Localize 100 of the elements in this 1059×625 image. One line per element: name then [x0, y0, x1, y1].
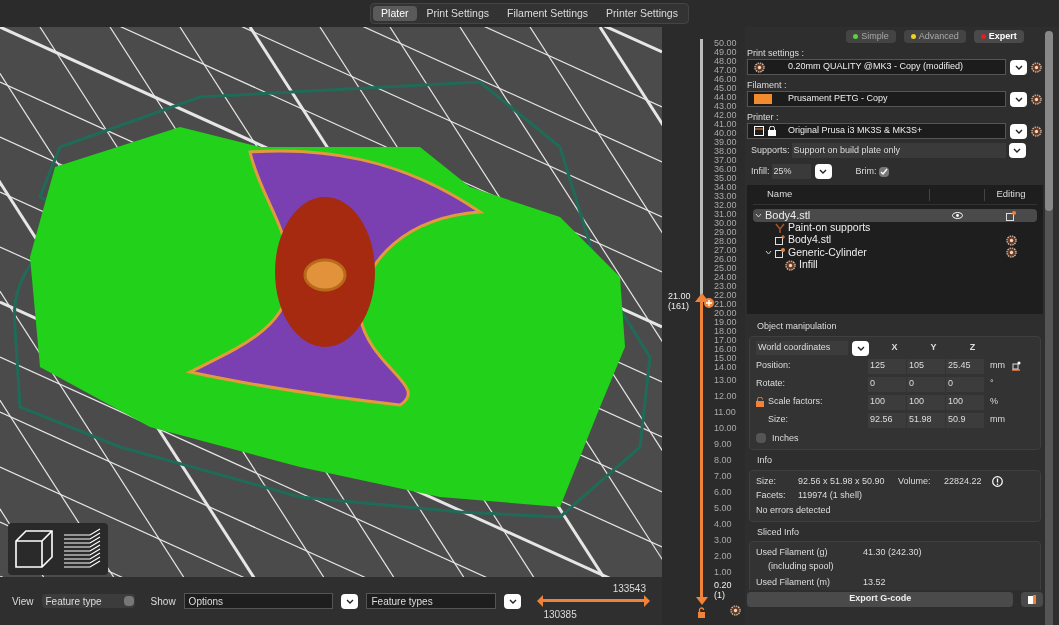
- mode-button[interactable]: Expert: [973, 30, 1024, 43]
- lock-icon[interactable]: [756, 397, 764, 407]
- send-button[interactable]: [1021, 591, 1043, 607]
- preset-label: Filament :: [747, 79, 788, 91]
- object-list-row[interactable]: Infill: [753, 259, 1037, 272]
- edit-object-icon[interactable]: [1005, 209, 1017, 221]
- value-field[interactable]: 100: [946, 394, 984, 410]
- object-list-row[interactable]: Paint-on supports: [753, 221, 1037, 234]
- section-title: Object manipulation: [756, 320, 838, 333]
- object-list-row[interactable]: Generic-Cylinder: [753, 246, 1037, 259]
- view-label: View: [12, 594, 34, 609]
- settings-icon[interactable]: [1031, 125, 1042, 137]
- value-field[interactable]: 51.98: [907, 412, 945, 428]
- export-gcode-button[interactable]: Export G-code: [747, 591, 1014, 607]
- layer-height-label: 17.00: [714, 336, 737, 345]
- info-message: No errors detected: [756, 503, 832, 517]
- axis-label: Z: [968, 341, 977, 355]
- moves-upper-handle[interactable]: [644, 595, 650, 607]
- brim-checkbox[interactable]: [878, 166, 889, 177]
- value-field[interactable]: 100: [907, 394, 945, 410]
- eye-icon[interactable]: [951, 211, 963, 219]
- infill-field[interactable]: 25%: [771, 164, 811, 179]
- settings-icon[interactable]: [1005, 247, 1017, 259]
- layer-height-label: 14.00: [714, 363, 737, 372]
- cube-icon[interactable]: [12, 527, 56, 571]
- preset-select[interactable]: Prusament PETG - Copy: [747, 91, 1006, 107]
- mode-button[interactable]: Simple: [846, 30, 896, 43]
- section-title: Sliced Info: [756, 525, 801, 539]
- warning-icon[interactable]: [991, 476, 1003, 487]
- chevron-icon: [346, 598, 354, 604]
- layer-height-label: 27.00: [714, 246, 737, 255]
- settings-icon[interactable]: [1005, 234, 1017, 246]
- object-list-row[interactable]: Body4.stl: [753, 234, 1037, 247]
- supports-select[interactable]: Support on build plate only: [791, 143, 1006, 158]
- coordinate-system-select[interactable]: World coordinates: [756, 341, 848, 355]
- feature-types-dropdown-button[interactable]: [504, 593, 522, 609]
- info-label: Size:: [756, 474, 777, 488]
- lower-layer-handle[interactable]: [696, 597, 708, 605]
- layer-height-label: 10.00: [714, 422, 737, 435]
- view-select[interactable]: Feature type: [41, 594, 135, 608]
- inches-checkbox[interactable]: [756, 433, 766, 444]
- dropdown-button[interactable]: [1008, 143, 1026, 158]
- settings-icon[interactable]: [1031, 61, 1042, 73]
- value-field[interactable]: 92.56: [868, 412, 906, 428]
- layer-height-label: 16.00: [714, 345, 737, 354]
- settings-icon[interactable]: [785, 259, 796, 271]
- chevron-icon: [856, 345, 865, 351]
- settings-icon[interactable]: [1031, 93, 1042, 105]
- layer-height-label: 7.00: [714, 470, 733, 483]
- layer-height-label: 44.00: [714, 93, 737, 102]
- object-name: Infill: [799, 258, 818, 273]
- moves-lower-handle[interactable]: [537, 595, 544, 607]
- mode-button[interactable]: Advanced: [903, 30, 966, 43]
- dropdown-button[interactable]: [1010, 59, 1027, 75]
- value-field[interactable]: 0: [868, 376, 906, 392]
- value-field[interactable]: 0: [907, 376, 945, 392]
- drop-to-bed-icon[interactable]: [1011, 361, 1021, 371]
- object-list-row[interactable]: Body4.stl: [753, 209, 1037, 222]
- manipulation-label: Size:: [768, 413, 789, 427]
- tab[interactable]: Printer Settings: [598, 6, 686, 21]
- expand-chevron-icon[interactable]: [765, 249, 772, 257]
- layer-height-label: 22.00: [714, 291, 737, 300]
- modifier-icon: [775, 247, 785, 258]
- preset-select[interactable]: 0.20mm QUALITY @MK3 - Copy (modified): [747, 59, 1006, 75]
- expand-chevron-icon[interactable]: [755, 211, 762, 219]
- print-preset-icon[interactable]: [754, 61, 765, 73]
- layer-slider-track[interactable]: [700, 39, 703, 597]
- check-icon: [879, 167, 888, 176]
- dropdown-button[interactable]: [814, 164, 832, 179]
- value-field[interactable]: 100: [868, 394, 906, 410]
- layer-height-label: 12.00: [714, 390, 737, 403]
- lower-height-label: 0.20: [714, 580, 733, 590]
- lock-icon: [768, 126, 776, 136]
- add-color-change-icon[interactable]: [704, 298, 714, 309]
- sliced-info-sublabel: (including spool): [767, 559, 835, 573]
- value-field[interactable]: 0: [946, 376, 984, 392]
- dropdown-button[interactable]: [1010, 123, 1027, 139]
- value-field[interactable]: 105: [907, 358, 945, 374]
- feature-types-field[interactable]: Feature types: [366, 593, 497, 609]
- dropdown-button[interactable]: [852, 340, 869, 356]
- cog-icon[interactable]: [730, 605, 741, 616]
- unit-label: °: [990, 377, 994, 391]
- dropdown-button[interactable]: [1010, 91, 1027, 107]
- layer-height-label: 9.00: [714, 438, 733, 451]
- section-title: Info: [756, 454, 773, 467]
- value-field[interactable]: 25.45: [946, 358, 984, 374]
- tab[interactable]: Filament Settings: [499, 6, 597, 21]
- show-field[interactable]: Options: [183, 593, 334, 609]
- layer-height-label: 40.00: [714, 129, 737, 138]
- value-field[interactable]: 125: [868, 358, 906, 374]
- scrollbar[interactable]: [1045, 31, 1053, 625]
- lock-icon[interactable]: [697, 607, 706, 618]
- value-field[interactable]: 50.9: [946, 412, 984, 428]
- 3d-viewport[interactable]: [0, 27, 662, 577]
- tab[interactable]: Plater: [373, 6, 417, 21]
- preset-select[interactable]: Original Prusa i3 MK3S & MK3S+: [747, 123, 1006, 139]
- tab[interactable]: Print Settings: [418, 6, 497, 21]
- show-dropdown-button[interactable]: [341, 593, 359, 609]
- info-value: 92.56 x 51.98 x 50.90: [798, 474, 886, 488]
- chevron-icon: [1014, 96, 1023, 102]
